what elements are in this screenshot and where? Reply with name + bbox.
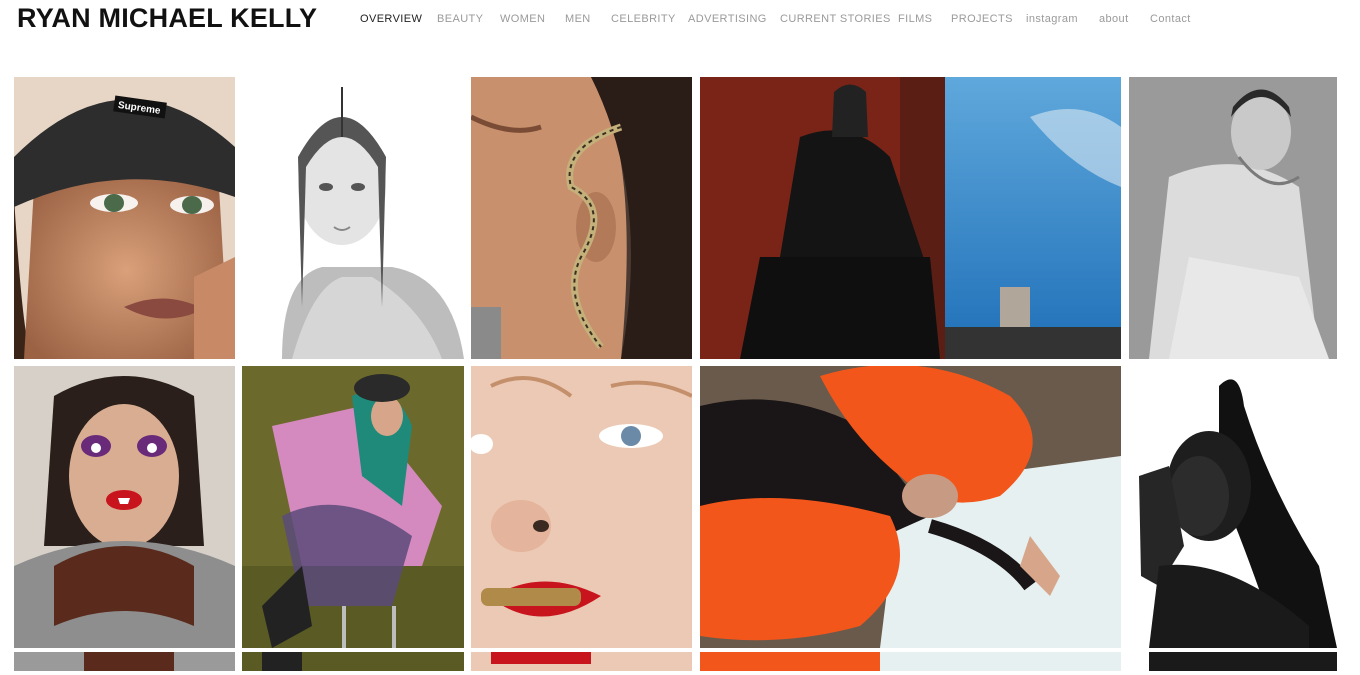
photo-seated-bw[interactable] — [1129, 77, 1337, 359]
site-header: RYAN MICHAEL KELLY OVERVIEW BEAUTY WOMEN… — [0, 0, 1360, 40]
nav-item-contact[interactable]: Contact — [1150, 12, 1191, 26]
photo-red-lips-coat[interactable] — [14, 366, 235, 648]
site-logo[interactable]: RYAN MICHAEL KELLY — [17, 3, 317, 33]
nav-item-films[interactable]: FILMS — [898, 12, 932, 26]
photo-bullet-lips[interactable] — [471, 366, 692, 648]
photo-row3-3[interactable] — [471, 652, 692, 671]
nav-item-men[interactable]: MEN — [565, 12, 591, 26]
photo-braids-bw[interactable] — [242, 77, 464, 359]
photo-beanie-portrait[interactable]: Supreme — [14, 77, 235, 359]
photo-street-fringe[interactable] — [700, 77, 1121, 359]
photo-row3-5[interactable] — [1129, 652, 1337, 671]
photo-ponytail-silhouette[interactable] — [1129, 366, 1337, 648]
nav-item-overview[interactable]: OVERVIEW — [360, 12, 422, 26]
nav-item-instagram[interactable]: instagram — [1026, 12, 1078, 26]
photo-snake-earring[interactable] — [471, 77, 692, 359]
nav-item-projects[interactable]: PROJECTS — [951, 12, 1013, 26]
nav-item-current-stories[interactable]: CURRENT STORIES — [780, 12, 891, 26]
photo-row3-2[interactable] — [242, 652, 464, 671]
nav-item-beauty[interactable]: BEAUTY — [437, 12, 483, 26]
nav-item-advertising[interactable]: ADVERTISING — [688, 12, 767, 26]
photo-teal-hair-olive[interactable] — [242, 366, 464, 648]
nav-item-about[interactable]: about — [1099, 12, 1129, 26]
nav-item-women[interactable]: WOMEN — [500, 12, 545, 26]
nav-item-celebrity[interactable]: CELEBRITY — [611, 12, 676, 26]
photo-row3-4[interactable] — [700, 652, 1121, 671]
photo-orange-fur[interactable] — [700, 366, 1121, 648]
photo-row3-1[interactable] — [14, 652, 235, 671]
